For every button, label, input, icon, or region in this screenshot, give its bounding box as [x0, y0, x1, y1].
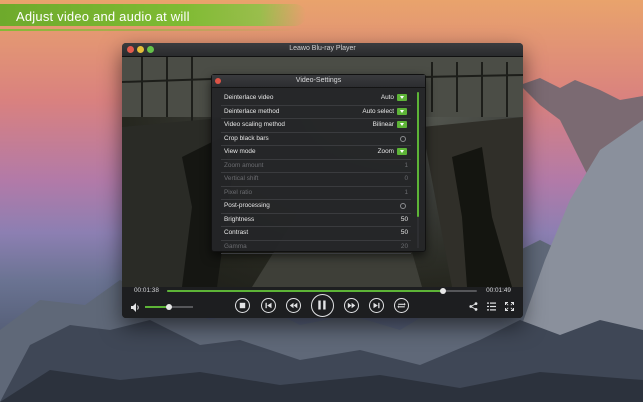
setting-value: 20 [400, 242, 408, 250]
fast-forward-button[interactable] [344, 298, 359, 313]
scrollbar-thumb[interactable] [417, 92, 419, 217]
setting-label: Gamma [224, 242, 247, 250]
setting-label: Brightness [224, 215, 255, 223]
stop-button[interactable] [235, 298, 250, 313]
progress-knob[interactable] [439, 288, 446, 294]
settings-scrollbar[interactable] [417, 92, 419, 248]
banner-text: Adjust video and audio at will [16, 9, 190, 24]
share-icon[interactable] [469, 302, 478, 311]
repeat-button[interactable] [394, 298, 409, 313]
speaker-icon[interactable] [131, 303, 141, 312]
settings-title: Video-Settings [295, 77, 342, 84]
dropdown-arrow-icon[interactable] [397, 148, 407, 155]
setting-value: 1 [404, 161, 408, 169]
video-settings-panel: Video-Settings Deinterlace video Auto Dein… [211, 74, 426, 254]
progress-fill [167, 290, 443, 292]
skip-back-icon [265, 302, 272, 309]
volume-slider[interactable] [145, 304, 193, 310]
dropdown-arrow-icon[interactable] [397, 107, 407, 115]
playlist-icon[interactable] [487, 302, 496, 311]
dropdown-arrow-icon[interactable] [397, 121, 407, 128]
fast-forward-icon [347, 302, 356, 309]
rewind-button[interactable] [286, 298, 301, 313]
settings-row: Gamma 20 [221, 241, 411, 254]
fullscreen-icon[interactable] [505, 302, 514, 311]
settings-list: Deinterlace video Auto Deinterlace method A… [221, 92, 411, 254]
remaining-time: 00:01:49 [486, 287, 511, 294]
rewind-icon [289, 302, 298, 309]
feature-banner: Adjust video and audio at will [0, 4, 306, 26]
settings-row[interactable]: Crop black bars [221, 133, 411, 146]
progress-bar[interactable] [167, 288, 477, 294]
next-button[interactable] [369, 298, 384, 313]
settings-row: Zoom amount 1 [221, 160, 411, 173]
setting-radio[interactable] [400, 203, 406, 209]
banner-underline [0, 29, 300, 31]
skip-forward-icon [373, 302, 380, 309]
setting-value: Zoom [377, 148, 394, 155]
setting-value: Auto [380, 94, 394, 101]
pause-button[interactable] [311, 294, 334, 317]
pause-icon [318, 300, 326, 310]
setting-label: Video scaling method [224, 121, 285, 128]
repeat-icon [397, 302, 406, 309]
settings-row[interactable]: Brightness 50 [221, 214, 411, 227]
setting-label: Deinterlace method [224, 107, 280, 115]
settings-row[interactable]: Deinterlace method Auto select [221, 106, 411, 119]
settings-row: Vertical shift 0 [221, 173, 411, 187]
setting-value: 1 [404, 188, 408, 196]
window-titlebar[interactable]: Leawo Blu-ray Player [122, 43, 523, 57]
setting-label: Post-processing [224, 202, 270, 209]
settings-row[interactable]: Post-processing [221, 200, 411, 214]
settings-row[interactable]: View mode Zoom [221, 146, 411, 160]
settings-titlebar[interactable]: Video-Settings [212, 75, 425, 88]
settings-row[interactable]: Deinterlace video Auto [221, 92, 411, 106]
elapsed-time: 00:01:38 [134, 287, 159, 294]
setting-label: Crop black bars [224, 134, 269, 142]
setting-value: Auto select [362, 107, 394, 115]
setting-label: Pixel ratio [224, 188, 253, 196]
setting-label: Deinterlace video [224, 94, 274, 101]
playback-controls: 00:01:38 00:01:49 [122, 287, 523, 318]
setting-label: Zoom amount [224, 161, 264, 169]
settings-row[interactable]: Video scaling method Bilinear [221, 119, 411, 133]
setting-label: View mode [224, 148, 256, 155]
setting-radio[interactable] [400, 135, 406, 142]
setting-value: Bilinear [372, 121, 394, 128]
setting-label: Vertical shift [224, 175, 259, 182]
previous-button[interactable] [261, 298, 276, 313]
settings-row: Pixel ratio 1 [221, 187, 411, 200]
window-title: Leawo Blu-ray Player [289, 45, 356, 52]
setting-value[interactable]: 50 [401, 216, 408, 223]
dropdown-arrow-icon[interactable] [397, 94, 407, 101]
stop-icon [239, 302, 246, 309]
settings-row[interactable]: Contrast 50 [221, 227, 411, 241]
setting-label: Contrast [224, 229, 249, 236]
volume-knob[interactable] [166, 304, 172, 310]
setting-value: 0 [404, 175, 408, 182]
setting-value[interactable]: 50 [401, 229, 408, 236]
